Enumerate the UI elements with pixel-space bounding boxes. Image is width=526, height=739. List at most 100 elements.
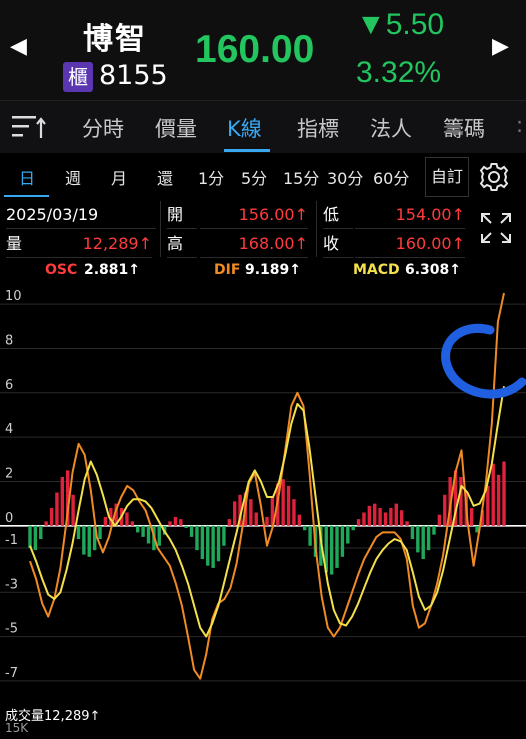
high-value: 168.00↑ — [200, 230, 308, 258]
indicator-legend: OSC 2.881↑ DIF 9.189↑ MACD 6.308↑ — [0, 260, 526, 282]
volume-footer-value: 12,289↑ — [44, 709, 101, 724]
active-tab-indicator — [224, 149, 270, 152]
osc-bar — [103, 516, 108, 526]
osc-bar — [329, 525, 334, 575]
quote-date: 2025/03/19 — [6, 201, 156, 229]
period-day[interactable]: 日 — [19, 165, 35, 189]
y-tick-label: 8 — [5, 333, 13, 348]
osc-bar — [227, 519, 231, 526]
period-selector: 日 週 月 還 1分 5分 15分 30分 60分 自訂 — [0, 153, 526, 199]
osc-bar — [383, 512, 388, 526]
osc-bar — [33, 525, 38, 551]
osc-legend-label: OSC — [45, 262, 78, 278]
osc-bar — [389, 508, 393, 526]
osc-bar — [426, 525, 431, 551]
tab-price-volume[interactable]: 價量 — [155, 113, 197, 143]
y-tick-label: 6 — [5, 378, 13, 393]
osc-bar — [373, 503, 377, 526]
close-label: 收 — [323, 230, 353, 258]
tab-overflow-marker: : — [516, 113, 524, 137]
osc-bar — [173, 516, 178, 526]
macd-legend-value: 6.308↑ — [405, 262, 462, 278]
y-tick-label: -7 — [5, 666, 18, 681]
custom-period-button[interactable]: 自訂 — [425, 157, 469, 197]
osc-bar — [351, 525, 355, 531]
tab-bar: 分時 價量 K線 指標 法人 籌碼 : — [0, 100, 526, 154]
osc-bar — [216, 525, 221, 562]
osc-bar — [232, 501, 237, 526]
osc-legend-value: 2.881↑ — [84, 262, 141, 278]
osc-bar — [82, 525, 86, 555]
osc-bar — [55, 492, 59, 526]
osc-bar — [71, 494, 75, 526]
period-week[interactable]: 週 — [65, 165, 81, 189]
period-restore[interactable]: 還 — [157, 165, 173, 189]
osc-bar — [39, 525, 43, 540]
period-60min[interactable]: 60分 — [373, 165, 409, 189]
gear-icon[interactable] — [474, 158, 514, 196]
osc-bar — [157, 525, 161, 546]
tab-institutional[interactable]: 法人 — [370, 113, 412, 143]
chevron-left-icon[interactable]: ◀ — [10, 34, 27, 59]
osc-bar — [356, 519, 361, 526]
y-tick-label: 4 — [5, 422, 13, 437]
price-change-percent: 3.32% — [356, 56, 442, 89]
osc-bar — [410, 525, 415, 540]
macd-chart[interactable]: 10 8 6 4 2 0 -1 -3 -5 -7 — [0, 282, 526, 700]
osc-bar — [308, 525, 312, 546]
period-15min[interactable]: 15分 — [283, 165, 319, 189]
osc-bar — [179, 519, 183, 526]
osc-bar — [292, 499, 296, 526]
osc-bar — [502, 461, 506, 526]
low-value: 154.00↑ — [355, 201, 465, 229]
table-divider — [316, 201, 317, 257]
chevron-right-icon[interactable]: ▶ — [492, 34, 509, 59]
price-change: ▼5.50 — [356, 8, 445, 41]
osc-bar — [346, 525, 350, 544]
osc-bar — [184, 525, 188, 528]
stock-name: 博智 — [83, 22, 147, 57]
period-month[interactable]: 月 — [111, 165, 127, 189]
osc-bar — [195, 525, 199, 551]
osc-bar — [281, 479, 285, 526]
expand-icon[interactable] — [478, 210, 514, 246]
osc-bar — [168, 521, 172, 526]
close-value: 160.00↑ — [355, 230, 465, 258]
osc-bar — [136, 525, 140, 533]
osc-bar — [49, 508, 54, 526]
osc-bar — [206, 525, 210, 566]
osc-bar — [98, 525, 102, 540]
volume-scale-label: 15K — [5, 721, 29, 735]
osc-bar — [130, 521, 135, 526]
osc-bar — [399, 510, 404, 526]
osc-bar — [200, 525, 205, 560]
osc-bar — [416, 525, 420, 553]
osc-bar — [265, 516, 269, 526]
period-30min[interactable]: 30分 — [327, 165, 363, 189]
tab-k-line[interactable]: K線 — [227, 113, 262, 143]
y-tick-label: 0 — [5, 511, 13, 526]
last-price: 160.00 — [195, 28, 315, 71]
app-screen: ◀ 博智 櫃 8155 160.00 ▼5.50 3.32% ▶ 分時 價量 K… — [0, 0, 526, 739]
osc-bar — [362, 512, 366, 526]
osc-bar — [486, 485, 490, 526]
tab-indicators[interactable]: 指標 — [297, 113, 339, 143]
osc-bar — [394, 503, 398, 526]
volume-value: 12,289↑ — [40, 230, 152, 258]
tab-chips[interactable]: 籌碼 — [443, 113, 485, 143]
tab-time-share[interactable]: 分時 — [82, 113, 124, 143]
osc-bar — [28, 525, 32, 548]
y-tick-label: -3 — [5, 577, 18, 592]
osc-bar — [44, 521, 48, 526]
table-divider — [160, 201, 161, 257]
osc-bar — [87, 525, 91, 557]
osc-bar — [496, 474, 501, 526]
high-label: 高 — [167, 230, 197, 258]
period-1min[interactable]: 1分 — [198, 165, 224, 189]
osc-bar — [146, 525, 151, 544]
osc-bar — [76, 525, 81, 540]
osc-bar — [303, 525, 307, 531]
period-5min[interactable]: 5分 — [241, 165, 267, 189]
sort-menu-icon[interactable] — [12, 114, 46, 140]
low-label: 低 — [323, 201, 353, 229]
